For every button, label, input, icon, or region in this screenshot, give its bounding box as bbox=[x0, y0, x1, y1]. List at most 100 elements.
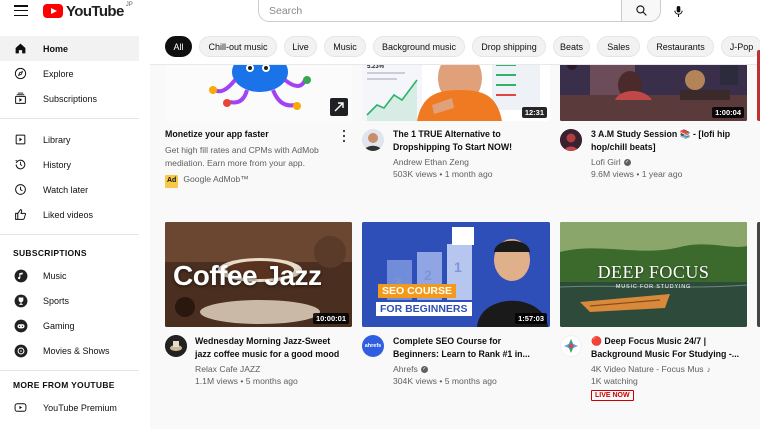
channel-name-row[interactable]: Lofi Girl ✓ bbox=[591, 156, 631, 169]
ad-advertiser-row[interactable]: Ad Google AdMob™ bbox=[165, 173, 249, 188]
sidebar-item-youtube-premium[interactable]: YouTube Premium bbox=[0, 395, 139, 420]
chip-music[interactable]: Music bbox=[324, 36, 366, 57]
deep-focus-thumb-subtitle: MUSIC FOR STUDYING bbox=[615, 284, 692, 290]
video-meta: 503K views • 1 month ago bbox=[393, 169, 493, 179]
video-title-lofi[interactable]: 3 A.M Study Session 📚 - [lofi hip hop/ch… bbox=[591, 128, 741, 153]
coffee-thumb-title: Coffee Jazz bbox=[173, 260, 322, 291]
music-icon bbox=[13, 268, 28, 283]
sidebar-item-liked-videos[interactable]: Liked videos bbox=[0, 202, 139, 227]
chip-beats[interactable]: Beats bbox=[553, 36, 590, 57]
compass-icon bbox=[13, 66, 28, 81]
channel-avatar-art bbox=[165, 335, 187, 357]
video-duration: 1:57:03 bbox=[515, 313, 547, 324]
avatar[interactable]: ahrefs bbox=[362, 335, 384, 357]
clock-icon bbox=[13, 182, 28, 197]
avatar[interactable] bbox=[560, 129, 582, 151]
search-input[interactable]: Search bbox=[258, 0, 622, 22]
sidebar-item-label: Gaming bbox=[43, 320, 75, 331]
sidebar-item-gaming[interactable]: Gaming bbox=[0, 313, 139, 338]
sidebar-item-home[interactable]: Home bbox=[0, 36, 139, 61]
channel-avatar-art bbox=[560, 335, 582, 357]
video-meta: 1.1M views • 5 months ago bbox=[195, 376, 298, 386]
voice-search-button[interactable] bbox=[667, 0, 689, 22]
sidebar-item-explore[interactable]: Explore bbox=[0, 61, 139, 86]
sidebar-item-watch-later[interactable]: Watch later bbox=[0, 177, 139, 202]
subscriptions-section-title: SUBSCRIPTIONS bbox=[13, 248, 87, 258]
thumbs-up-icon bbox=[13, 207, 28, 222]
search-icon bbox=[635, 5, 647, 16]
library-icon bbox=[13, 132, 28, 147]
chip-chill-out-music[interactable]: Chill-out music bbox=[199, 36, 277, 57]
sidebar-item-music[interactable]: Music bbox=[0, 263, 139, 288]
sidebar-item-label: Subscriptions bbox=[43, 93, 98, 104]
more-options-icon[interactable] bbox=[341, 130, 347, 142]
sidebar-divider bbox=[0, 118, 139, 119]
trophy-icon bbox=[13, 293, 28, 308]
search-button[interactable] bbox=[621, 0, 661, 22]
video-title-coffee[interactable]: Wednesday Morning Jazz-Sweet jazz coffee… bbox=[195, 335, 345, 360]
video-thumbnail-seo[interactable]: 3 2 1 SEO COURSE FOR BEGINNERS 1:57:03 bbox=[362, 222, 550, 327]
deep-focus-thumb-title: DEEP FOCUS bbox=[597, 262, 710, 282]
avatar[interactable] bbox=[362, 129, 384, 151]
channel-name: Lofi Girl bbox=[591, 157, 621, 167]
ahrefs-avatar-text: ahrefs bbox=[364, 343, 382, 349]
menu-icon[interactable] bbox=[14, 5, 28, 17]
chip-background-music[interactable]: Background music bbox=[373, 36, 465, 57]
video-title-ad[interactable]: Monetize your app faster bbox=[165, 128, 335, 141]
sidebar-divider bbox=[0, 370, 139, 371]
avatar[interactable] bbox=[165, 335, 187, 357]
sidebar-item-history[interactable]: History bbox=[0, 152, 139, 177]
video-title-seo[interactable]: Complete SEO Course for Beginners: Learn… bbox=[393, 335, 543, 360]
channel-name[interactable]: Andrew Ethan Zeng bbox=[393, 156, 469, 169]
video-title-deep-focus[interactable]: 🔴 Deep Focus Music 24/7 | Background Mus… bbox=[591, 335, 741, 360]
chip-restaurants[interactable]: Restaurants bbox=[647, 36, 714, 57]
video-meta: 9.6M views • 1 year ago bbox=[591, 169, 683, 179]
top-bar: YouTube JP Search bbox=[0, 0, 760, 24]
sidebar-item-label: Sports bbox=[43, 295, 70, 306]
sidebar-item-sports[interactable]: Sports bbox=[0, 288, 139, 313]
sidebar-item-label: Music bbox=[43, 270, 67, 281]
youtube-premium-icon bbox=[13, 400, 28, 415]
youtube-play-icon bbox=[43, 4, 63, 18]
sidebar-item-label: History bbox=[43, 159, 72, 170]
svg-text:2: 2 bbox=[424, 267, 432, 283]
chip-live[interactable]: Live bbox=[284, 36, 317, 57]
channel-avatar-art bbox=[364, 133, 382, 151]
subscriptions-icon bbox=[13, 91, 28, 106]
ad-badge: Ad bbox=[165, 175, 179, 188]
sidebar-divider bbox=[0, 234, 139, 235]
channel-name[interactable]: Relax Cafe JAZZ bbox=[195, 363, 260, 376]
verified-icon: ✓ bbox=[623, 159, 631, 167]
gaming-icon bbox=[13, 318, 28, 333]
chip-sales[interactable]: Sales bbox=[597, 36, 640, 57]
channel-name-row[interactable]: Ahrefs ✓ bbox=[393, 363, 428, 376]
live-now-badge: LIVE NOW bbox=[591, 390, 634, 401]
sidebar-item-movies-shows[interactable]: Movies & Shows bbox=[0, 338, 139, 363]
home-icon bbox=[13, 41, 28, 56]
music-note-icon: ♪ bbox=[706, 365, 711, 374]
sidebar-item-label: Movies & Shows bbox=[43, 345, 110, 356]
verified-icon: ✓ bbox=[420, 366, 428, 374]
ad-advertiser: Google AdMob™ bbox=[183, 174, 249, 184]
video-thumbnail-deep-focus[interactable]: DEEP FOCUS MUSIC FOR STUDYING bbox=[560, 222, 747, 327]
video-meta: 1K watching bbox=[591, 376, 638, 386]
chip-all[interactable]: All bbox=[165, 36, 192, 57]
sidebar-item-subscriptions[interactable]: Subscriptions bbox=[0, 86, 139, 111]
video-duration: 12:31 bbox=[521, 107, 547, 118]
channel-name: Ahrefs bbox=[393, 364, 418, 374]
sidebar-item-label: Watch later bbox=[43, 184, 89, 195]
video-duration: 1:00:04 bbox=[712, 107, 744, 118]
sidebar-item-library[interactable]: Library bbox=[0, 127, 139, 152]
svg-text:1: 1 bbox=[454, 259, 462, 275]
chip-j-pop[interactable]: J-Pop bbox=[721, 36, 760, 57]
sidebar: Home Explore Subscriptions Library Histo… bbox=[0, 24, 150, 429]
microphone-icon bbox=[673, 5, 683, 17]
sidebar-item-label: YouTube Premium bbox=[43, 402, 117, 413]
avatar[interactable] bbox=[560, 335, 582, 357]
video-title-dropship[interactable]: The 1 TRUE Alternative to Dropshipping T… bbox=[393, 128, 543, 153]
chip-drop-shipping[interactable]: Drop shipping bbox=[472, 36, 546, 57]
sidebar-item-label: Home bbox=[43, 43, 69, 54]
youtube-logo[interactable]: YouTube JP bbox=[43, 2, 133, 20]
channel-avatar-art bbox=[560, 129, 582, 151]
video-thumbnail-coffee[interactable]: Coffee Jazz 10:00:01 bbox=[165, 222, 352, 327]
